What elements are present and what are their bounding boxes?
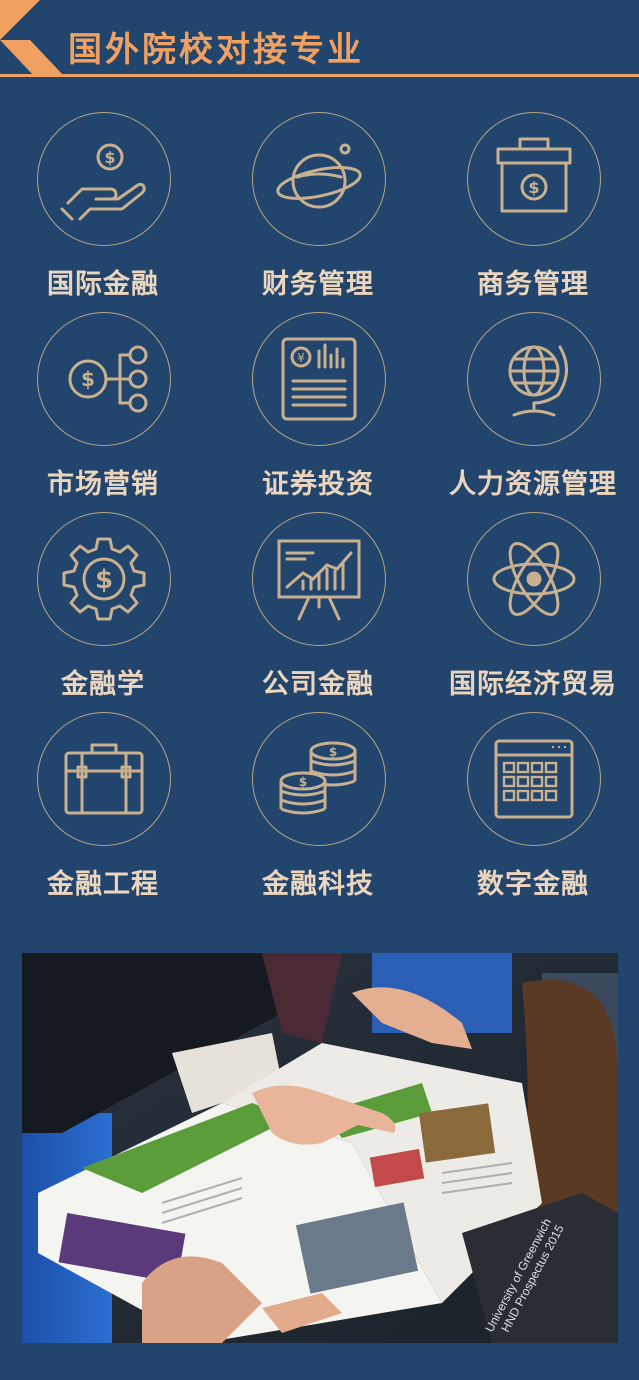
svg-text:$: $ bbox=[81, 367, 95, 391]
svg-text:$: $ bbox=[528, 178, 539, 197]
coin-network-icon: $ bbox=[37, 312, 171, 446]
section-header: 国外院校对接专业 bbox=[0, 0, 639, 80]
major-label: 市场营销 bbox=[47, 469, 159, 500]
major-label: 金融科技 bbox=[262, 869, 374, 900]
svg-text:$: $ bbox=[95, 565, 113, 595]
svg-text:$: $ bbox=[299, 775, 307, 789]
svg-text:¥: ¥ bbox=[297, 351, 305, 365]
header-corner-decoration bbox=[0, 0, 40, 40]
globe-icon bbox=[467, 312, 601, 446]
gear-dollar-icon: $ bbox=[37, 512, 171, 646]
svg-text:$: $ bbox=[329, 745, 337, 759]
major-item[interactable]: $ 商务管理 bbox=[431, 112, 631, 312]
major-item[interactable]: $ $ 金融科技 bbox=[216, 712, 416, 912]
major-item[interactable]: ¥ 证券投资 bbox=[216, 312, 416, 512]
section-title: 国外院校对接专业 bbox=[68, 30, 364, 70]
svg-text:$: $ bbox=[104, 148, 115, 167]
major-item[interactable]: 公司金融 bbox=[216, 512, 416, 712]
major-item[interactable]: $ 国际金融 bbox=[1, 112, 201, 312]
planet-icon bbox=[252, 112, 386, 246]
major-label: 人力资源管理 bbox=[449, 469, 617, 500]
major-label: 金融工程 bbox=[47, 869, 159, 900]
major-item[interactable]: $ 市场营销 bbox=[1, 312, 201, 512]
major-label: 数字金融 bbox=[477, 869, 589, 900]
report-chart-icon: ¥ bbox=[252, 312, 386, 446]
presentation-chart-icon bbox=[252, 512, 386, 646]
major-label: 公司金融 bbox=[262, 669, 374, 700]
major-label: 国际经济贸易 bbox=[449, 669, 617, 700]
coin-stacks-icon: $ $ bbox=[252, 712, 386, 846]
briefcase-icon bbox=[37, 712, 171, 846]
header-divider bbox=[0, 74, 639, 77]
major-label: 证券投资 bbox=[262, 469, 374, 500]
calendar-grid-icon bbox=[467, 712, 601, 846]
atom-icon bbox=[467, 512, 601, 646]
major-label: 财务管理 bbox=[262, 269, 374, 300]
brochure-photo: University of Greenwich HND Prospectus 2… bbox=[22, 953, 618, 1343]
cashbox-icon: $ bbox=[467, 112, 601, 246]
major-item[interactable]: 人力资源管理 bbox=[431, 312, 631, 512]
brochure-photo-illustration: University of Greenwich HND Prospectus 2… bbox=[22, 953, 618, 1343]
major-item[interactable]: 财务管理 bbox=[216, 112, 416, 312]
major-label: 金融学 bbox=[61, 669, 145, 700]
major-item[interactable]: 国际经济贸易 bbox=[431, 512, 631, 712]
hand-coin-icon: $ bbox=[37, 112, 171, 246]
major-item[interactable]: 数字金融 bbox=[431, 712, 631, 912]
major-label: 商务管理 bbox=[477, 269, 589, 300]
major-item[interactable]: 金融工程 bbox=[1, 712, 201, 912]
header-stripe-decoration bbox=[0, 40, 64, 76]
major-item[interactable]: $ 金融学 bbox=[1, 512, 201, 712]
major-label: 国际金融 bbox=[47, 269, 159, 300]
